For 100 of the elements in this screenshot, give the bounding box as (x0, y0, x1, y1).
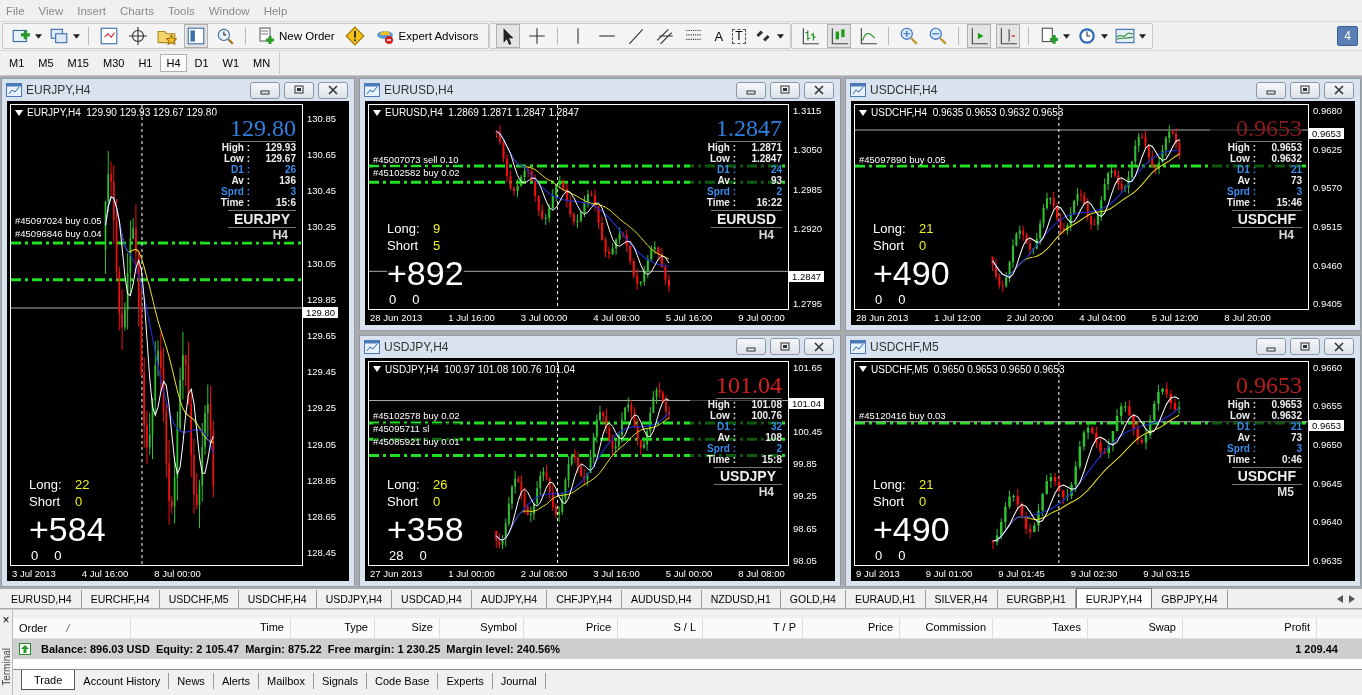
short-count: 0 (919, 493, 927, 510)
column-header[interactable]: S / L (618, 618, 703, 638)
short-count: 0 (75, 493, 83, 510)
counter-value: 0 (875, 291, 883, 307)
chart-tab[interactable]: EURGBP,H1 (997, 590, 1076, 608)
stat-value: 15:8 (761, 453, 782, 465)
timeframe-button[interactable]: H1 (132, 54, 159, 72)
stat-value: 73 (1289, 431, 1302, 443)
column-header[interactable]: Price (803, 618, 900, 638)
text-tool[interactable]: A (710, 28, 728, 44)
stat-value: 0.9653 (1270, 398, 1302, 410)
chart-tab[interactable]: EURJPY,H4 (1075, 588, 1153, 608)
price-axis-label: 0.9635 (1312, 554, 1343, 566)
column-header[interactable]: T / P (703, 618, 803, 638)
chart-tab[interactable]: GBPJPY,H4 (1152, 590, 1228, 608)
terminal-tab[interactable]: Account History (75, 673, 170, 689)
column-header[interactable]: Symbol (440, 618, 524, 638)
price-axis-label: 99.85 (792, 458, 817, 470)
timeframe-button[interactable]: M1 (3, 54, 31, 72)
terminal-tab[interactable]: Code Base (367, 673, 439, 689)
terminal-tab[interactable]: Alerts (213, 673, 259, 689)
stat-label: High : (220, 142, 250, 153)
long-label: Long: (387, 476, 421, 493)
time-axis-label: 4 Jul 16:00 (81, 568, 129, 579)
terminal-tab[interactable]: Experts (438, 673, 493, 689)
column-header[interactable]: Order (13, 618, 131, 638)
order-label: #45095711 sl (373, 423, 460, 435)
stat-label: Low : (1229, 409, 1256, 421)
column-header[interactable]: Time (131, 618, 291, 638)
column-header[interactable]: Size (375, 618, 440, 638)
counter-value: 0 (875, 548, 883, 563)
time-axis-label: 9 Jul 03:15 (1143, 568, 1190, 579)
timeframe-button[interactable]: M5 (32, 54, 60, 72)
timeframe-button[interactable]: D1 (188, 54, 215, 72)
close-button[interactable]: × (2, 614, 10, 626)
price-axis-label: 1.2795 (792, 298, 823, 310)
terminal-tab[interactable]: News (169, 673, 214, 689)
current-price: 0.9653 (1236, 371, 1302, 399)
chart-tab[interactable]: EURAUD,H1 (845, 590, 926, 608)
timeframe-button[interactable]: W1 (216, 54, 246, 72)
column-header[interactable]: Commission (900, 618, 993, 638)
chart-tab[interactable]: USDCHF,M5 (159, 590, 239, 608)
timeframe-label: M5 (1277, 484, 1295, 499)
stat-label: High : (706, 398, 736, 410)
chart-tab[interactable]: EURCHF,H4 (81, 590, 160, 608)
chart-tab[interactable]: USDCHF,H4 (238, 590, 317, 608)
price-axis-label: 98.05 (792, 554, 817, 566)
stat-label: Av : (1236, 175, 1256, 186)
price-axis-label: 0.9650 (1312, 438, 1343, 450)
price-axis-label: 0.9570 (1312, 182, 1343, 194)
price-axis-label: 0.9660 (1312, 361, 1343, 373)
column-header[interactable]: Type (291, 618, 375, 638)
time-axis-label: 3 Jul 00:00 (520, 311, 568, 323)
notifications-button[interactable]: 4 (1337, 26, 1358, 46)
counter-value: 28 (389, 548, 404, 563)
terminal-tab[interactable]: Trade (21, 670, 76, 690)
stat-label: Sprd : (1226, 442, 1256, 454)
symbol-label: EURJPY (227, 210, 296, 228)
chart-tab[interactable]: GOLD,H4 (780, 590, 846, 608)
terminal-tab[interactable]: Journal (492, 673, 546, 689)
price-axis-label: 0.9460 (1312, 259, 1343, 271)
stat-value: 108 (764, 431, 782, 443)
stat-label: D1 : (716, 420, 736, 432)
stat-label: Low : (709, 409, 736, 421)
column-header[interactable]: Profit (1183, 618, 1317, 638)
price-axis-label: 128.45 (306, 547, 337, 559)
terminal-tab[interactable]: Mailbox (259, 673, 314, 689)
order-label: #45102578 buy 0.02 (373, 410, 460, 422)
stat-label: D1 : (716, 164, 736, 175)
chart-tab[interactable]: USDCAD,H4 (392, 590, 472, 608)
time-axis-label: 9 Jul 01:00 (925, 568, 973, 579)
balance-row[interactable]: Balance: 896.03 USD Equity: 2 105.47 Margin: 875.22 Free margin: 1 230.25 Margin level: 240.56% 1 209.44 (13, 639, 1362, 659)
text-label-tool[interactable]: T (732, 28, 746, 44)
chart-tab[interactable]: EURUSD,H4 (2, 590, 82, 608)
time-axis-label: 4 Jul 08:00 (593, 311, 640, 323)
stat-label: Low : (709, 153, 736, 164)
symbol-label: USDCHF (1231, 466, 1302, 485)
chart-tab[interactable]: AUDJPY,H4 (471, 590, 548, 608)
stat-label: Low : (1229, 153, 1256, 164)
price-axis-label: 129.65 (306, 330, 337, 341)
chart-tab[interactable]: AUDUSD,H4 (622, 590, 702, 608)
new-order-button[interactable]: New Order (254, 27, 338, 45)
column-header[interactable]: Swap (1088, 618, 1183, 638)
timeframe-button[interactable]: MN (247, 54, 277, 72)
timeframe-button[interactable]: H4 (160, 54, 187, 72)
time-axis-label: 1 Jul 16:00 (448, 311, 495, 323)
chart-tab[interactable]: SILVER,H4 (925, 590, 998, 608)
column-header[interactable]: Taxes (993, 618, 1088, 638)
expert-advisors-button[interactable]: Expert Advisors (371, 27, 482, 45)
price-axis-label: 1.2920 (792, 222, 823, 234)
time-axis-label: 28 Jun 2013 (370, 311, 423, 323)
chart-tab[interactable]: USDJPY,H4 (316, 590, 393, 608)
short-label: Short (873, 493, 906, 510)
timeframe-button[interactable]: M30 (96, 54, 131, 72)
timeframe-button[interactable]: M15 (61, 54, 95, 72)
terminal-tab[interactable]: Signals (313, 673, 367, 689)
column-header[interactable]: Price (524, 618, 618, 638)
chart-tab[interactable]: NZDUSD,H1 (701, 590, 781, 608)
chart-tab[interactable]: CHFJPY,H4 (547, 590, 622, 608)
terminal-label: Terminal (0, 648, 12, 686)
